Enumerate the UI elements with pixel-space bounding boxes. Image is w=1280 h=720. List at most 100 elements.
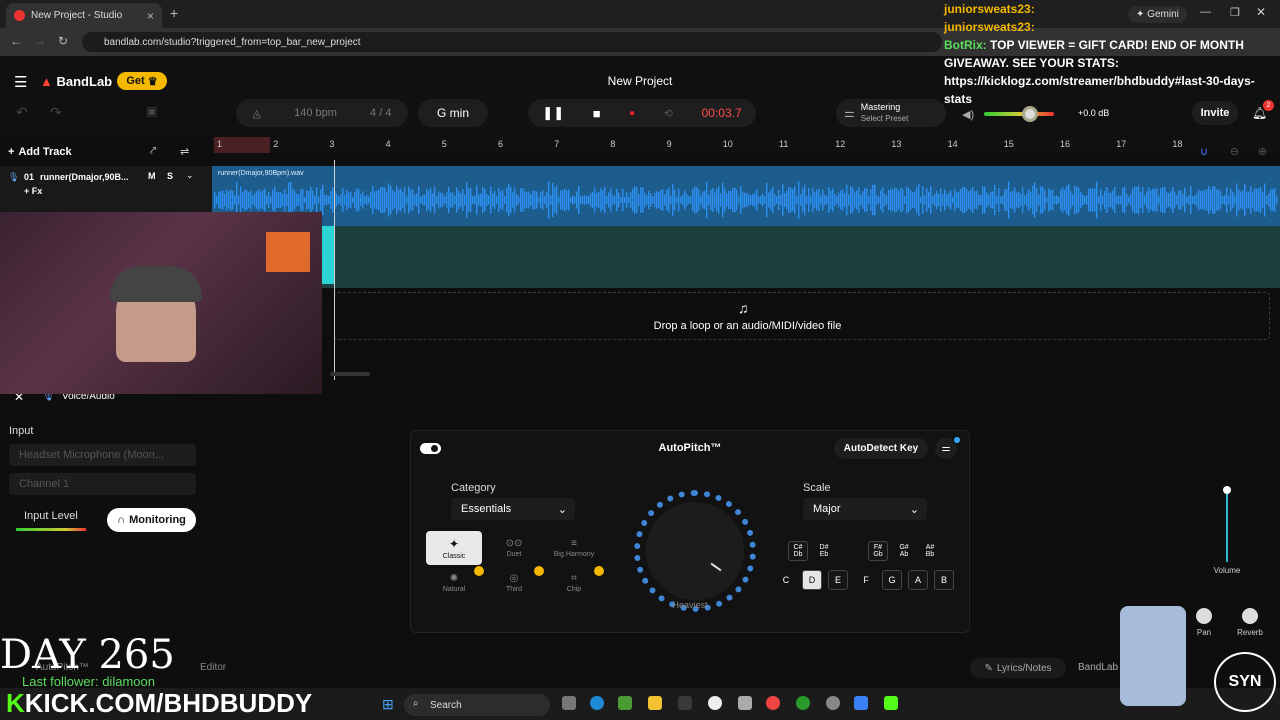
xbox-icon[interactable]	[796, 696, 810, 710]
autopitch-toggle[interactable]	[420, 443, 441, 454]
key-c-sharp[interactable]: C# Db	[788, 541, 808, 561]
forward-icon[interactable]: →	[34, 34, 46, 48]
key-selector[interactable]: G min	[418, 99, 488, 127]
key-a-sharp[interactable]: A# Bb	[920, 541, 940, 561]
loop-region[interactable]	[214, 137, 270, 153]
chevron-down-icon: ⌄	[909, 503, 919, 516]
pan-knob[interactable]	[1196, 608, 1212, 624]
file-explorer-icon[interactable]	[648, 696, 662, 710]
add-track-button[interactable]: + Add Track	[8, 143, 90, 161]
snap-icon[interactable]: ∪	[1200, 145, 1208, 158]
project-title[interactable]: New Project	[560, 74, 720, 88]
audio-clip[interactable]: runner(Dmajor,90Bpm).wav	[212, 166, 1280, 226]
fx-button[interactable]: + Fx	[24, 186, 42, 196]
app-icon[interactable]	[738, 696, 752, 710]
bandlab-tab[interactable]: BandLab	[1078, 662, 1118, 673]
key-b[interactable]: B	[934, 570, 954, 590]
waveform-bar	[670, 195, 672, 205]
strength-knob-face[interactable]	[646, 502, 744, 600]
new-tab-icon[interactable]: +	[170, 5, 178, 21]
nvidia-icon[interactable]	[618, 696, 632, 710]
key-f[interactable]: F	[856, 570, 876, 590]
time-signature[interactable]: 4 / 4	[370, 107, 391, 119]
task-view-icon[interactable]	[562, 696, 576, 710]
waveform-bar	[1182, 194, 1184, 206]
volume-label: Volume	[1213, 566, 1241, 575]
solo-button[interactable]: S	[167, 171, 173, 181]
waveform-bar	[664, 194, 666, 206]
automation-icon[interactable]: ⤤	[150, 145, 156, 158]
ruler-tick: 5	[441, 139, 447, 149]
url-field[interactable]: bandlab.com/studio?triggered_from=top_ba…	[82, 32, 942, 52]
bandlab-logo[interactable]: ▲ BandLab	[40, 74, 112, 89]
get-membership-button[interactable]: Get ♛	[117, 72, 167, 90]
record-icon[interactable]: ●	[629, 108, 635, 119]
key-f-sharp[interactable]: F# Gb	[868, 541, 888, 561]
bpm-field[interactable]: 140 bpm	[294, 107, 337, 119]
timeline-ruler[interactable]: 1 2 3 4 5 6 7 8 9 10 11 12 13 14 15 16 17 18	[212, 137, 1280, 153]
waveform-bar	[814, 191, 816, 209]
lyrics-notes-button[interactable]: ✎ Lyrics/Notes	[970, 658, 1066, 678]
drop-zone[interactable]	[334, 292, 1270, 340]
stop-icon[interactable]: ■	[593, 106, 601, 121]
preset-big-harmony[interactable]: ≡ Big Harmony	[546, 531, 602, 565]
input-device-select[interactable]: Headset Microphone (Moon...	[9, 444, 196, 466]
menu-icon[interactable]: ☰	[14, 73, 27, 91]
key-g[interactable]: G	[882, 570, 902, 590]
back-icon[interactable]: ←	[10, 34, 22, 48]
waveform-bar	[834, 193, 836, 207]
zoom-out-icon[interactable]: ⊖	[1230, 145, 1239, 158]
key-e[interactable]: E	[828, 570, 848, 590]
preset-classic[interactable]: ✦ Classic	[426, 531, 482, 565]
waveform-bar	[526, 191, 528, 209]
monitoring-button[interactable]: ∩ Monitoring	[107, 508, 196, 532]
key-a[interactable]: A	[908, 570, 928, 590]
channel-select[interactable]: Channel 1	[9, 473, 196, 495]
volume-slider-thumb[interactable]	[1223, 486, 1231, 494]
key-d[interactable]: D	[802, 570, 822, 590]
edge-icon[interactable]	[590, 696, 604, 710]
kick-app-icon[interactable]	[884, 696, 898, 710]
undo-icon[interactable]: ↶	[16, 104, 28, 121]
waveform-bar	[292, 188, 294, 212]
waveform-bar	[906, 186, 908, 214]
chrome-icon[interactable]	[766, 696, 780, 710]
zoom-in-icon[interactable]: ⊕	[1258, 145, 1267, 158]
volume-slider[interactable]	[1226, 490, 1228, 562]
horizontal-scrollbar[interactable]	[330, 372, 370, 376]
waveform-bar	[552, 182, 554, 218]
recording-lane[interactable]	[212, 226, 1280, 288]
key-d-sharp[interactable]: D# Eb	[814, 541, 834, 561]
pause-icon[interactable]: ❚❚	[542, 105, 564, 121]
mute-button[interactable]: M	[148, 171, 156, 181]
windows-start-icon[interactable]: ⊞	[382, 696, 394, 713]
input-label: Input	[9, 425, 34, 437]
mastering-button[interactable]: ⚌ Mastering Select Preset	[836, 99, 946, 127]
obs-icon[interactable]	[826, 696, 840, 710]
track-header[interactable]: 🎙︎ 01 runner(Dmajor,90B... M S ⌄ + Fx	[0, 166, 212, 216]
track-settings-icon[interactable]: ⇌	[180, 145, 189, 158]
waveform-bar	[772, 186, 774, 214]
app-icon[interactable]	[678, 696, 692, 710]
close-tab-icon[interactable]: ×	[147, 9, 154, 23]
track-expand-icon[interactable]: ⌄	[186, 170, 194, 181]
track-name[interactable]: runner(Dmajor,90B...	[40, 172, 129, 182]
metronome-icon[interactable]: ◬	[253, 107, 261, 120]
browser-tab[interactable]: New Project - Studio ×	[6, 3, 162, 28]
save-icon[interactable]: ▣	[146, 104, 157, 118]
reverb-knob[interactable]	[1242, 608, 1258, 624]
tab-editor[interactable]: Editor	[200, 662, 226, 673]
autodetect-key-button[interactable]: AutoDetect Key	[834, 438, 928, 459]
key-g-sharp[interactable]: G# Ab	[894, 541, 914, 561]
preset-duet[interactable]: ⊙⊙ Duet	[486, 531, 542, 565]
category-select[interactable]: Essentials ⌄	[451, 498, 575, 520]
taskbar-search[interactable]: ⌕ Search	[404, 694, 550, 716]
steam-icon[interactable]	[708, 696, 722, 710]
scale-select[interactable]: Major ⌄	[803, 498, 927, 520]
playhead[interactable]	[334, 160, 335, 380]
key-c[interactable]: C	[776, 570, 796, 590]
app-icon[interactable]	[854, 696, 868, 710]
redo-icon[interactable]: ↷	[50, 104, 62, 121]
reload-icon[interactable]: ↻	[58, 34, 68, 48]
loop-icon[interactable]: ⟲	[664, 107, 673, 120]
